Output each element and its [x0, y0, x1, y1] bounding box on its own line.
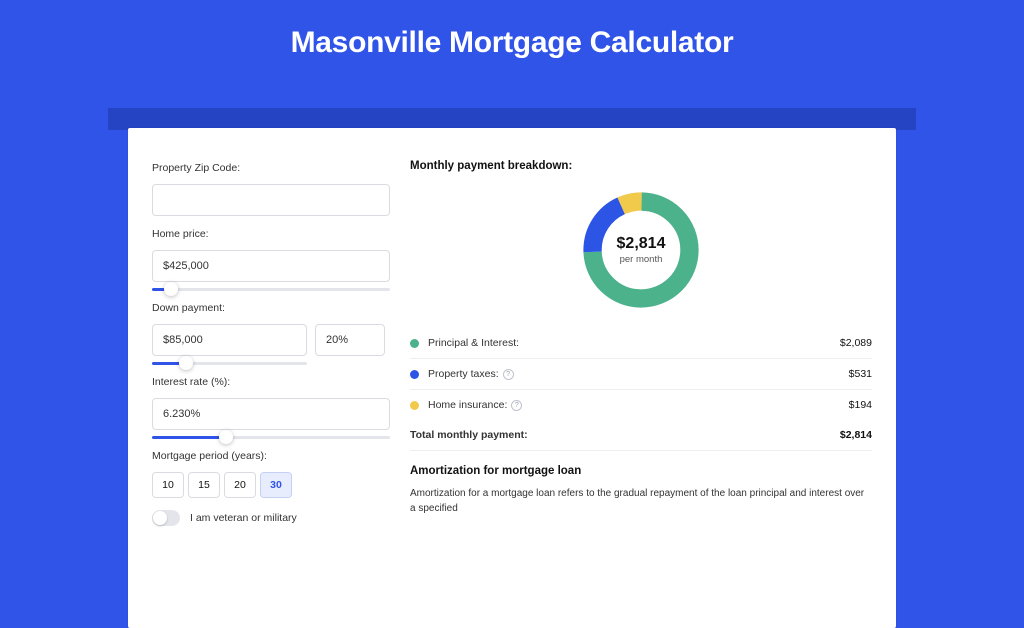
- slider-fill: [152, 436, 226, 439]
- toggle-knob: [153, 511, 167, 525]
- term-label: Mortgage period (years):: [152, 450, 390, 462]
- down-pct-input[interactable]: [315, 324, 385, 356]
- slider-thumb[interactable]: [179, 356, 193, 370]
- rate-input[interactable]: [152, 398, 390, 430]
- page-title: Masonville Mortgage Calculator: [0, 26, 1024, 60]
- veteran-label: I am veteran or military: [190, 512, 297, 524]
- legend-dot-icon: [410, 370, 419, 379]
- breakdown-total-row: Total monthly payment: $2,814: [410, 420, 872, 451]
- donut-center-value: $2,814: [617, 235, 666, 253]
- zip-label: Property Zip Code:: [152, 162, 390, 174]
- breakdown-label: Principal & Interest:: [428, 337, 840, 349]
- breakdown-total-value: $2,814: [840, 429, 872, 441]
- info-icon[interactable]: ?: [503, 369, 514, 380]
- zip-input[interactable]: [152, 184, 390, 216]
- donut-center-sub: per month: [620, 254, 663, 265]
- term-option-15[interactable]: 15: [188, 472, 220, 498]
- legend-dot-icon: [410, 339, 419, 348]
- inputs-panel: Property Zip Code: Home price: Down paym…: [128, 146, 390, 628]
- results-panel: Monthly payment breakdown: $2,814 per mo…: [390, 146, 896, 628]
- rate-label: Interest rate (%):: [152, 376, 390, 388]
- term-option-20[interactable]: 20: [224, 472, 256, 498]
- term-segmented: 10152030: [152, 472, 390, 498]
- breakdown-row: Principal & Interest:$2,089: [410, 328, 872, 359]
- rate-slider[interactable]: [152, 432, 390, 444]
- down-input[interactable]: [152, 324, 307, 356]
- breakdown-label: Home insurance:?: [428, 399, 849, 411]
- down-slider[interactable]: [152, 358, 307, 370]
- legend-dot-icon: [410, 401, 419, 410]
- amortization-title: Amortization for mortgage loan: [410, 465, 872, 477]
- breakdown-row: Home insurance:?$194: [410, 390, 872, 420]
- breakdown-value: $194: [849, 399, 872, 411]
- info-icon[interactable]: ?: [511, 400, 522, 411]
- slider-thumb[interactable]: [219, 430, 233, 444]
- price-input[interactable]: [152, 250, 390, 282]
- down-label: Down payment:: [152, 302, 390, 314]
- breakdown-label: Property taxes:?: [428, 368, 849, 380]
- breakdown-row: Property taxes:?$531: [410, 359, 872, 390]
- calculator-card: Property Zip Code: Home price: Down paym…: [128, 128, 896, 628]
- slider-thumb[interactable]: [164, 282, 178, 296]
- header-accent-bar: [108, 108, 916, 130]
- breakdown-title: Monthly payment breakdown:: [410, 160, 872, 172]
- slider-track: [152, 288, 390, 291]
- breakdown-value: $531: [849, 368, 872, 380]
- donut-chart: $2,814 per month: [410, 180, 872, 328]
- amortization-section: Amortization for mortgage loan Amortizat…: [410, 465, 872, 516]
- term-option-30[interactable]: 30: [260, 472, 292, 498]
- price-label: Home price:: [152, 228, 390, 240]
- breakdown-value: $2,089: [840, 337, 872, 349]
- price-slider[interactable]: [152, 284, 390, 296]
- veteran-toggle[interactable]: [152, 510, 180, 526]
- term-option-10[interactable]: 10: [152, 472, 184, 498]
- breakdown-total-label: Total monthly payment:: [410, 429, 840, 441]
